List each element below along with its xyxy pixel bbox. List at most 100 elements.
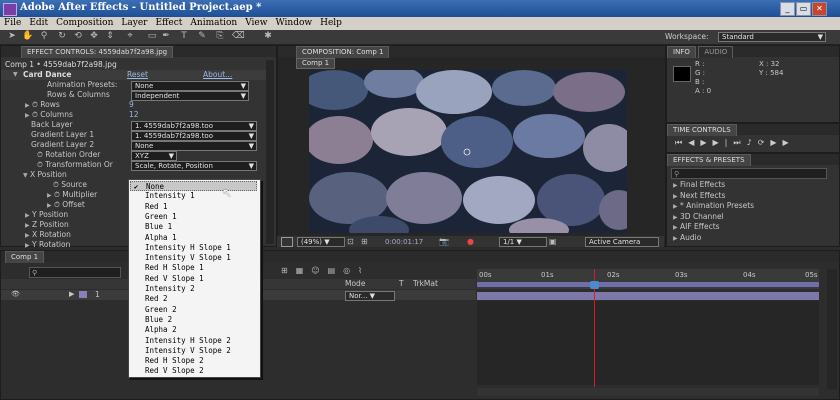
next-frame-icon[interactable]: ▶| — [713, 138, 734, 147]
text-tool-icon[interactable]: T — [178, 31, 190, 42]
expand-triangle-icon[interactable]: ▶ — [25, 212, 30, 219]
brush-tool-icon[interactable]: ✎ — [196, 31, 208, 42]
puppet-tool-icon[interactable]: ✱ — [262, 31, 274, 42]
gradient-layer-1-select[interactable]: 1. 4559dab7f2a98.too ▼ — [131, 131, 257, 141]
menu-item[interactable]: Intensity 1 — [145, 191, 195, 201]
rotation-order-select[interactable]: XYZ ▼ — [131, 151, 177, 161]
snapshot-icon[interactable]: 📷 — [439, 237, 449, 246]
pan-behind-icon[interactable]: ⌖ — [124, 31, 136, 42]
prop-columns-value[interactable]: 12 — [129, 110, 139, 120]
tab-time-controls[interactable]: TIME CONTROLS — [667, 124, 737, 136]
menu-item[interactable]: Red V Slope 2 — [145, 366, 204, 376]
orbit-camera-icon[interactable]: ⟲ — [72, 31, 84, 42]
expand-triangle-icon[interactable]: ▶ — [25, 112, 30, 119]
stopwatch-icon[interactable]: ⏱ — [37, 150, 43, 159]
tab-info[interactable]: INFO — [667, 46, 696, 58]
menu-item[interactable]: Alpha 2 — [145, 325, 177, 335]
ram-preview-icon[interactable]: ▶▶ — [770, 138, 794, 147]
effects-item[interactable]: ▶ AIF Effects — [673, 222, 754, 233]
comp-mini-flowchart-icon[interactable]: ⊞ — [281, 266, 296, 275]
menu-item[interactable]: Alpha 1 — [145, 233, 177, 243]
menu-effect[interactable]: Effect — [151, 17, 186, 30]
label-color-icon[interactable] — [79, 291, 87, 298]
stopwatch-icon[interactable]: ⏱ — [32, 100, 38, 109]
safe-margins-icon[interactable]: ⊡ — [347, 237, 354, 246]
expand-triangle-icon[interactable]: ▶ — [47, 192, 52, 199]
stopwatch-icon[interactable]: ⏱ — [54, 200, 60, 209]
stopwatch-icon[interactable]: ⏱ — [53, 180, 59, 189]
camera-select[interactable]: Active Camera — [585, 237, 659, 247]
about-link[interactable]: About... — [203, 70, 232, 79]
time-ruler[interactable]: 00s 01s 02s 03s 04s 05s — [477, 269, 819, 289]
layer-duration-bar[interactable] — [477, 292, 819, 300]
expand-triangle-icon[interactable]: ▼ — [13, 71, 18, 78]
mask-tool-icon[interactable]: ▭ — [146, 31, 158, 42]
menu-item[interactable]: Blue 2 — [145, 315, 172, 325]
first-frame-icon[interactable]: ⏮ — [675, 138, 688, 147]
menu-window[interactable]: Window — [271, 17, 316, 30]
timeline-search-input[interactable]: ⚲ — [29, 267, 121, 278]
reset-link[interactable]: Reset — [127, 70, 148, 79]
effects-item[interactable]: ▶ * Animation Presets — [673, 201, 754, 212]
work-area-bar[interactable] — [477, 282, 819, 287]
expand-triangle-icon[interactable]: ▶ — [47, 202, 52, 209]
hand-tool-icon[interactable]: ✋ — [22, 31, 34, 42]
menu-item[interactable]: Green 2 — [145, 305, 177, 315]
motion-blur-icon[interactable]: ◎ — [343, 266, 358, 275]
effects-item[interactable]: ▶ 3D Channel — [673, 212, 754, 223]
expand-triangle-icon[interactable]: ▶ — [25, 242, 30, 249]
play-icon[interactable]: ▶ — [700, 138, 712, 147]
track-xy-icon[interactable]: ✥ — [88, 31, 100, 42]
timeline-zoom-bar[interactable] — [477, 388, 819, 396]
menu-item[interactable]: Intensity V Slope 1 — [145, 253, 231, 263]
zoom-tool-icon[interactable]: ⚲ — [38, 31, 50, 42]
menu-view[interactable]: View — [241, 17, 271, 30]
composition-viewer[interactable] — [309, 70, 627, 233]
effects-item[interactable]: ▶ Final Effects — [673, 180, 754, 191]
channel-icon[interactable]: ● — [467, 237, 474, 246]
animation-presets-select[interactable]: None ▼ — [131, 81, 249, 91]
menu-item[interactable]: Red H Slope 1 — [145, 263, 204, 273]
tab-timeline-comp[interactable]: Comp 1 — [5, 251, 45, 263]
stopwatch-icon[interactable]: ⏱ — [37, 160, 43, 169]
prev-frame-icon[interactable]: ◀ — [688, 138, 700, 147]
tab-effect-controls[interactable]: EFFECT CONTROLS: 4559dab7f2a98.jpg — [21, 46, 174, 58]
menu-item[interactable]: Green 1 — [145, 212, 177, 222]
zoom-select[interactable]: (49%) ▼ — [297, 237, 345, 247]
expand-triangle-icon[interactable]: ▶ — [25, 232, 30, 239]
selection-tool-icon[interactable]: ➤ — [6, 31, 18, 42]
tab-audio[interactable]: AUDIO — [698, 46, 734, 58]
transformation-order-select[interactable]: Scale, Rotate, Position ▼ — [131, 161, 257, 171]
prop-rows-value[interactable]: 9 — [129, 100, 134, 110]
draft-3d-icon[interactable]: ▦ — [296, 266, 312, 275]
pen-tool-icon[interactable]: ✒ — [160, 31, 172, 42]
frame-blend-icon[interactable]: ▤ — [328, 266, 344, 275]
menu-item[interactable]: Red V Slope 1 — [145, 274, 204, 284]
menu-item[interactable]: Red 2 — [145, 294, 168, 304]
region-of-interest-icon[interactable]: ▣ — [549, 237, 557, 246]
expand-triangle-icon[interactable]: ▶ — [25, 102, 30, 109]
close-button[interactable]: ✕ — [812, 2, 827, 16]
expand-triangle-icon[interactable]: ▶ — [25, 222, 30, 229]
expand-triangle-icon[interactable]: ▶ — [69, 290, 74, 298]
always-preview-icon[interactable] — [281, 237, 293, 247]
graph-editor-icon[interactable]: ⌇ — [358, 266, 370, 275]
menu-item[interactable]: Red H Slope 2 — [145, 356, 204, 366]
maximize-button[interactable]: ▭ — [796, 2, 811, 16]
menu-item[interactable]: Intensity 2 — [145, 284, 195, 294]
audio-icon[interactable]: ♪ — [747, 138, 758, 147]
tab-composition[interactable]: COMPOSITION: Comp 1 — [296, 46, 390, 58]
menu-composition[interactable]: Composition — [52, 17, 117, 30]
workspace-select[interactable]: Standard ▼ — [718, 32, 826, 42]
rows-columns-select[interactable]: Independent ▼ — [131, 91, 249, 101]
eraser-tool-icon[interactable]: ⌫ — [232, 31, 245, 42]
menu-help[interactable]: Help — [316, 17, 346, 30]
gradient-layer-2-select[interactable]: None ▼ — [131, 141, 257, 151]
effects-search-input[interactable]: ⚲ — [671, 168, 827, 179]
comp-subtab[interactable]: Comp 1 — [296, 58, 336, 69]
menu-layer[interactable]: Layer — [117, 17, 151, 30]
stopwatch-icon[interactable]: ⏱ — [54, 190, 60, 199]
tab-effects-presets[interactable]: EFFECTS & PRESETS — [667, 154, 751, 166]
playhead-handle[interactable] — [590, 281, 599, 289]
effect-controls-scrollbar[interactable] — [266, 60, 274, 244]
